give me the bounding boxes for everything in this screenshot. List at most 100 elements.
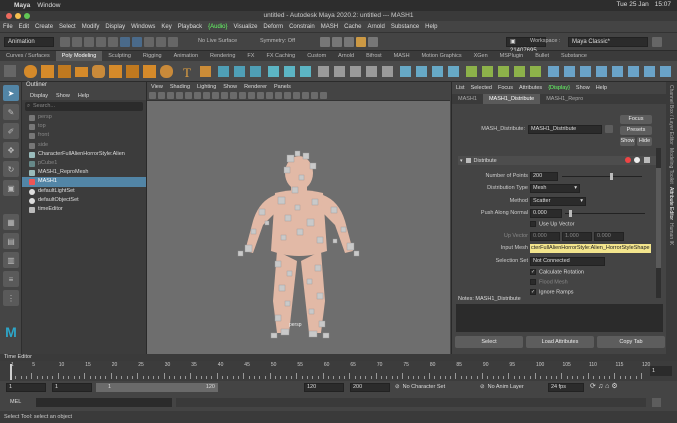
presets-button[interactable]: Presets (620, 126, 652, 135)
menu-create[interactable]: Create (35, 24, 53, 30)
attr-menu-help[interactable]: Help (596, 85, 607, 91)
outliner-item[interactable]: top (22, 122, 146, 131)
shelf-tab-xgen[interactable]: XGen (468, 51, 494, 61)
select-button[interactable]: Select (455, 336, 523, 348)
poly-primitive-icons[interactable] (24, 65, 173, 78)
show-button[interactable]: Show (620, 137, 635, 146)
workspace-dropdown[interactable]: Maya Classic* (568, 37, 648, 47)
script-editor-icon[interactable] (652, 398, 661, 407)
lights-icon[interactable] (230, 92, 237, 99)
side-tab-modeling-toolkit[interactable]: Modeling Toolkit (668, 148, 674, 184)
select-mode-icon[interactable] (120, 37, 130, 47)
reverse-normals-icon[interactable] (580, 66, 591, 77)
attr-menu-display[interactable]: {Display} (548, 85, 570, 91)
bookmark-icon[interactable] (158, 92, 165, 99)
playback-start-field[interactable]: 1 (52, 383, 92, 392)
menu-visualize[interactable]: Visualize (234, 24, 258, 30)
bridge-icon[interactable] (350, 66, 361, 77)
arnold-icon[interactable] (356, 37, 366, 47)
shelf-tab-motiongraphics[interactable]: Motion Graphics (416, 51, 468, 61)
triangulate-icon[interactable] (628, 66, 639, 77)
points-slider[interactable] (562, 176, 642, 177)
playback-controls[interactable]: ⟳♫⌂⚙ (590, 382, 620, 390)
push-field[interactable]: 0.000 (530, 209, 562, 218)
render-icon[interactable] (320, 37, 330, 47)
xray-icon[interactable] (275, 92, 282, 99)
menu-arnold[interactable]: Arnold (367, 24, 384, 30)
quadrangulate-icon[interactable] (644, 66, 655, 77)
shelf-tab-rendering[interactable]: Rendering (204, 51, 241, 61)
smooth-shade-icon[interactable] (212, 92, 219, 99)
ignore-ramps-checkbox[interactable]: ✓ Ignore Ramps (530, 289, 574, 295)
side-tab-channel-box[interactable]: Channel Box / Layer Editor (668, 85, 674, 145)
selection-set-field[interactable]: Not Connected (530, 257, 605, 266)
copy-tab-button[interactable]: Copy Tab (597, 336, 665, 348)
boolean-intersect-icon[interactable] (300, 66, 311, 77)
ipr-icon[interactable] (332, 37, 342, 47)
attr-tab-repro[interactable]: MASH1_Repro (540, 94, 589, 104)
move-tool-icon[interactable]: ✥ (3, 142, 19, 158)
outliner-menu-show[interactable]: Show (56, 93, 70, 99)
menu-windows[interactable]: Windows (131, 24, 155, 30)
rotate-tool-icon[interactable]: ↻ (3, 161, 19, 177)
anim-prefs-icon[interactable]: ⚙ (611, 383, 619, 390)
shelf-tab-bullet[interactable]: Bullet (529, 51, 555, 61)
camera-attrs-icon[interactable] (149, 92, 156, 99)
sidebar-toggle-icon[interactable] (652, 37, 662, 47)
delete-history-icon[interactable] (660, 66, 671, 77)
type-tool-icon[interactable]: T (183, 65, 191, 80)
vp-menu-show[interactable]: Show (223, 84, 237, 90)
menu-substance[interactable]: Substance (391, 24, 419, 30)
smooth-icon[interactable] (250, 66, 261, 77)
insert-edge-loop-icon[interactable] (416, 66, 427, 77)
outliner-item[interactable]: MASH1_ReproMesh (22, 168, 146, 177)
fps-dropdown[interactable]: 24 fps (548, 383, 584, 392)
image-plane-icon[interactable] (167, 92, 174, 99)
menu-deform[interactable]: Deform (263, 24, 283, 30)
menu-playback[interactable]: Playback (178, 24, 202, 30)
shelf-tab-animation[interactable]: Animation (168, 51, 204, 61)
outliner-layout-icon[interactable]: ≡ (3, 271, 19, 287)
hypershade-icon[interactable] (368, 37, 378, 47)
select-tool-icon[interactable]: ➤ (3, 85, 19, 101)
textured-icon[interactable] (221, 92, 228, 99)
render-settings-icon[interactable] (344, 37, 354, 47)
outliner-item[interactable]: front (22, 131, 146, 140)
boolean-union-icon[interactable] (268, 66, 279, 77)
outliner-item[interactable]: defaultLightSet (22, 187, 146, 196)
method-dropdown[interactable]: Scatter ▾ (530, 197, 586, 206)
attr-tab-distribute[interactable]: MASH1_Distribute (482, 94, 541, 104)
shelf-tab-msplugin[interactable]: MSPlugin (494, 51, 530, 61)
vp-menu-panels[interactable]: Panels (274, 84, 291, 90)
shelf-tab-substance[interactable]: Substance (555, 51, 593, 61)
menu-audio[interactable]: {Audio} (208, 24, 227, 30)
mel-label[interactable]: MEL (10, 398, 21, 407)
symmetry-dropdown[interactable]: Symmetry: Off (260, 38, 295, 44)
menu-edit[interactable]: Edit (19, 24, 29, 30)
paint-select-icon[interactable]: ✐ (3, 123, 19, 139)
load-attributes-button[interactable]: Load Attributes (526, 336, 594, 348)
combine-icon[interactable] (218, 66, 229, 77)
hide-button[interactable]: Hide (637, 137, 652, 146)
ao-icon[interactable] (248, 92, 255, 99)
attr-menu-show[interactable]: Show (576, 85, 590, 91)
menu-key[interactable]: Key (161, 24, 171, 30)
menu-mash[interactable]: MASH (321, 24, 338, 30)
single-pane-icon[interactable]: ▦ (3, 214, 19, 230)
attr-menu-selected[interactable]: Selected (471, 85, 492, 91)
outliner-item[interactable]: pCube1 (22, 159, 146, 168)
distribute-section-header[interactable]: ▾ Distribute (458, 156, 658, 165)
snap-curve-icon[interactable] (156, 37, 166, 47)
graph-layout-icon[interactable]: ⋮ (3, 290, 19, 306)
open-scene-icon[interactable] (72, 37, 82, 47)
shelf-tab-poly[interactable]: Poly Modeling (55, 51, 103, 61)
shelf-settings-icon[interactable] (4, 65, 16, 77)
uv-editor-icon[interactable] (466, 66, 477, 77)
push-slider[interactable] (565, 213, 645, 214)
outliner-menu-help[interactable]: Help (78, 93, 89, 99)
character-set-dropdown[interactable]: ⊘ No Character Set (395, 382, 445, 393)
bevel-icon[interactable] (366, 66, 377, 77)
menu-modify[interactable]: Modify (82, 24, 100, 30)
shelf-tab-sculpting[interactable]: Sculpting (102, 51, 137, 61)
menu-constrain[interactable]: Constrain (289, 24, 315, 30)
